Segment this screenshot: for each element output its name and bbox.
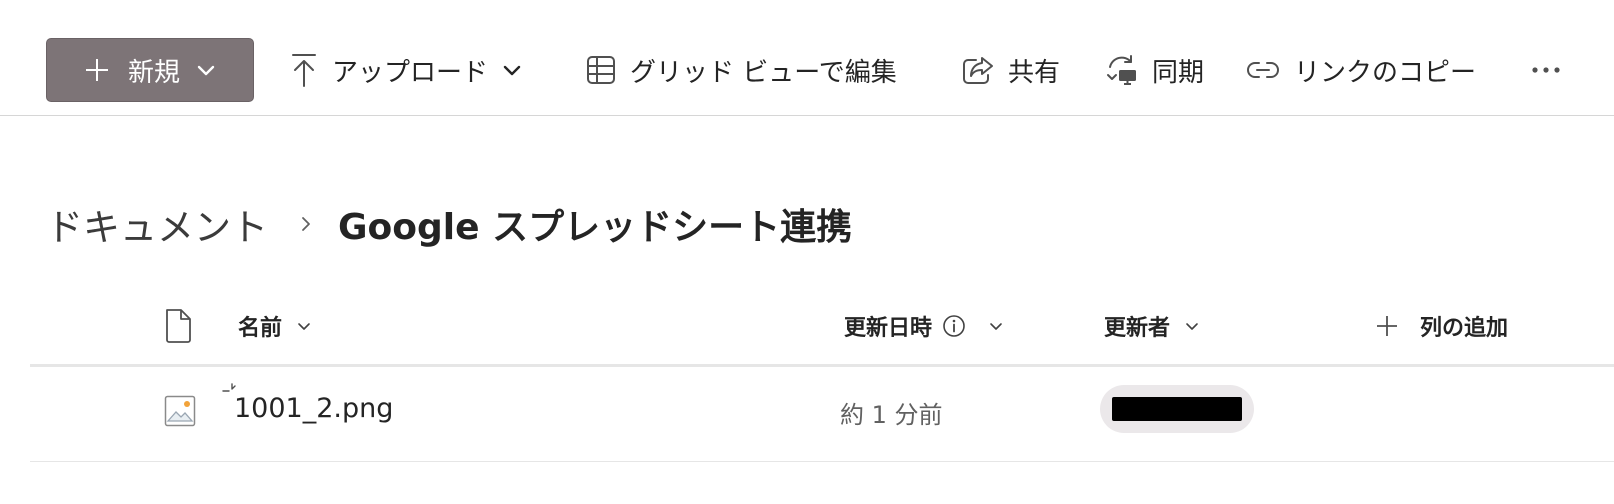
modified-by-column-label: 更新者 xyxy=(1104,316,1171,341)
chevron-down-icon xyxy=(990,323,1002,330)
chevron-down-icon xyxy=(503,65,521,76)
grid-view-edit-button[interactable]: グリッド ビューで編集 xyxy=(586,42,897,98)
add-column-button[interactable]: 列の追加 xyxy=(1376,304,1508,348)
sync-label: 同期 xyxy=(1152,57,1205,88)
upload-icon xyxy=(292,54,316,87)
breadcrumb-root[interactable]: ドキュメント xyxy=(46,197,268,251)
grid-icon xyxy=(587,56,615,84)
more-icon xyxy=(1532,67,1560,73)
document-library-page: 新規 アップロード グリッド ビューで編集 共有 同期 リンクのコピー ドキュメ… xyxy=(0,0,1614,504)
share-icon xyxy=(963,57,993,84)
info-icon[interactable] xyxy=(942,314,966,338)
chevron-right-icon xyxy=(302,217,310,231)
grid-view-edit-label: グリッド ビューで編集 xyxy=(630,57,897,88)
name-column-label: 名前 xyxy=(238,316,283,341)
breadcrumb: ドキュメント Google スプレッドシート連携 xyxy=(46,196,852,252)
chevron-down-icon xyxy=(197,65,215,76)
copy-link-button[interactable]: リンクのコピー xyxy=(1246,42,1476,98)
more-options-button[interactable] xyxy=(1528,52,1564,88)
upload-button[interactable]: アップロード xyxy=(290,42,522,98)
upload-label: アップロード xyxy=(332,57,489,88)
command-bar: 新規 アップロード グリッド ビューで編集 共有 同期 リンクのコピー xyxy=(0,0,1614,116)
share-button[interactable]: 共有 xyxy=(962,42,1060,98)
modified-by-column-header[interactable]: 更新者 xyxy=(1104,304,1200,348)
share-label: 共有 xyxy=(1008,57,1061,88)
list-header: 名前 更新日時 更新者 列の追加 xyxy=(30,288,1614,367)
sync-icon xyxy=(1107,55,1136,85)
image-file-icon xyxy=(164,395,196,427)
modified-column-header[interactable]: 更新日時 xyxy=(844,304,1004,348)
redacted-name xyxy=(1112,397,1242,421)
file-type-column-header[interactable] xyxy=(164,304,194,348)
new-button[interactable]: 新規 xyxy=(46,38,254,102)
modified-column-label: 更新日時 xyxy=(844,316,933,341)
sync-button[interactable]: 同期 xyxy=(1104,42,1204,98)
document-icon xyxy=(166,309,191,343)
link-icon xyxy=(1247,62,1279,78)
file-modified: 約 1 分前 xyxy=(840,401,943,429)
file-name-link[interactable]: 1001_2.png xyxy=(234,393,393,424)
add-column-label: 列の追加 xyxy=(1420,316,1509,341)
chevron-down-icon xyxy=(1186,323,1198,330)
chevron-down-icon xyxy=(298,323,310,330)
modified-by-persona[interactable] xyxy=(1100,385,1254,433)
name-column-header[interactable]: 名前 xyxy=(238,304,312,348)
new-button-label: 新規 xyxy=(127,57,180,88)
breadcrumb-current: Google スプレッドシート連携 xyxy=(338,207,853,248)
plus-icon xyxy=(85,59,108,81)
plus-icon xyxy=(1377,316,1397,336)
copy-link-label: リンクのコピー xyxy=(1294,57,1477,88)
table-row[interactable]: 1001_2.png 約 1 分前 xyxy=(30,365,1614,462)
